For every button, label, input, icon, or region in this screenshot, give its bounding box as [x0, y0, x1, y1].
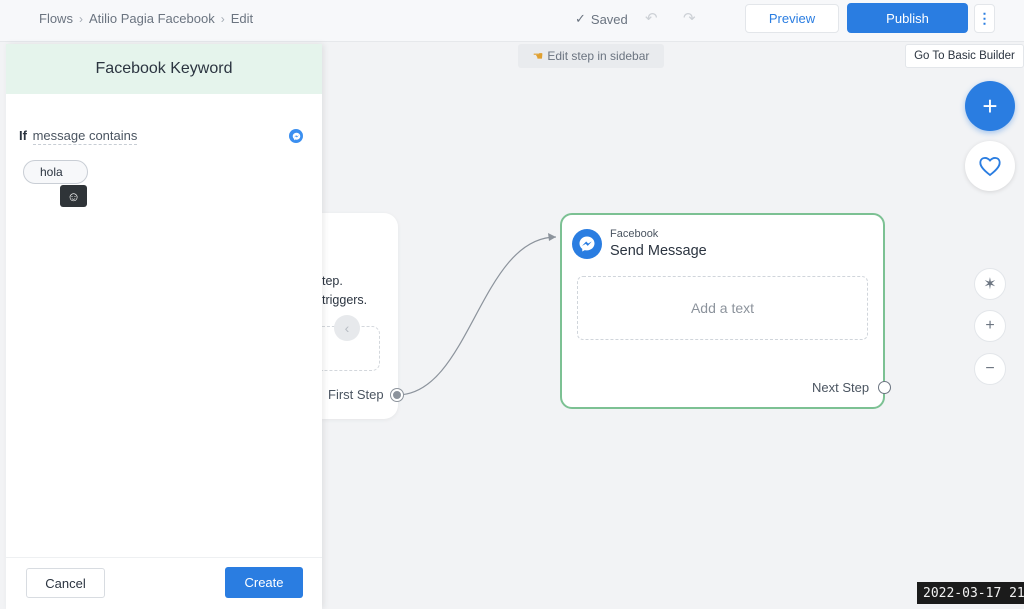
chevron-right-icon: ›: [220, 11, 225, 26]
smiley-icon: ☺: [66, 188, 81, 204]
condition-if-label: If: [19, 128, 27, 143]
preview-button[interactable]: Preview: [745, 4, 839, 33]
keyword-condition: If message contains: [19, 128, 138, 145]
pointing-hand-icon: ☚: [532, 49, 544, 63]
trigger-step-card[interactable]: tep. triggers. ‹ First Step: [322, 213, 403, 419]
breadcrumb: Flows › Atilio Pagia Facebook › Edit: [39, 11, 253, 26]
saved-status: ✓ Saved: [575, 11, 628, 27]
breadcrumb-flow-name[interactable]: Atilio Pagia Facebook: [89, 11, 215, 26]
emoji-picker-button[interactable]: ☺: [60, 185, 87, 207]
breadcrumb-flows[interactable]: Flows: [39, 11, 73, 26]
video-timestamp: 2022-03-17 21: [917, 582, 1024, 604]
top-bar: Flows › Atilio Pagia Facebook › Edit ✓ S…: [0, 0, 1024, 42]
heart-icon: [979, 157, 1001, 177]
first-step-label: First Step: [328, 387, 384, 402]
add-step-button[interactable]: +: [965, 81, 1015, 131]
breadcrumb-edit: Edit: [230, 11, 254, 26]
redo-icon[interactable]: ↷: [683, 9, 696, 27]
magic-wand-icon: ✶: [983, 276, 997, 293]
check-icon: ✓: [575, 11, 586, 26]
next-step-connector-dot[interactable]: [878, 381, 891, 394]
trigger-text-line2: triggers.: [322, 293, 368, 307]
zoom-in-button[interactable]: +: [974, 310, 1006, 342]
publish-button[interactable]: Publish: [847, 3, 968, 33]
trigger-text-line1: tep.: [322, 274, 343, 288]
cancel-button[interactable]: Cancel: [26, 568, 105, 598]
chevron-left-icon[interactable]: ‹: [334, 315, 360, 341]
auto-arrange-button[interactable]: ✶: [974, 268, 1006, 300]
create-button[interactable]: Create: [225, 567, 303, 598]
panel-title: Facebook Keyword: [6, 44, 322, 94]
messenger-icon: [289, 129, 303, 143]
keyword-input[interactable]: hola: [23, 160, 88, 184]
messenger-icon: [572, 229, 602, 259]
send-message-card[interactable]: Facebook Send Message Add a text Next St…: [560, 213, 891, 409]
saved-label: Saved: [590, 11, 628, 27]
panel-footer: Cancel Create: [6, 557, 322, 609]
undo-icon[interactable]: ↶: [645, 9, 658, 27]
chevron-right-icon: ›: [78, 11, 83, 26]
add-text-button[interactable]: Add a text: [577, 276, 868, 340]
step-editor-panel: Facebook Keyword If message contains hol…: [6, 44, 322, 609]
condition-field-select[interactable]: message contains: [32, 128, 138, 145]
zoom-out-button[interactable]: −: [974, 353, 1006, 385]
message-platform: Facebook: [610, 228, 659, 240]
basic-builder-button[interactable]: Go To Basic Builder: [905, 44, 1024, 68]
edit-step-hint: ☚ Edit step in sidebar: [518, 44, 664, 68]
first-step-connector-dot[interactable]: [391, 389, 403, 401]
more-options-button[interactable]: ⋮: [974, 4, 995, 33]
next-step-label: Next Step: [812, 380, 870, 395]
hint-text: Edit step in sidebar: [547, 49, 650, 63]
message-title: Send Message: [610, 243, 707, 259]
favorites-button[interactable]: [965, 141, 1015, 191]
